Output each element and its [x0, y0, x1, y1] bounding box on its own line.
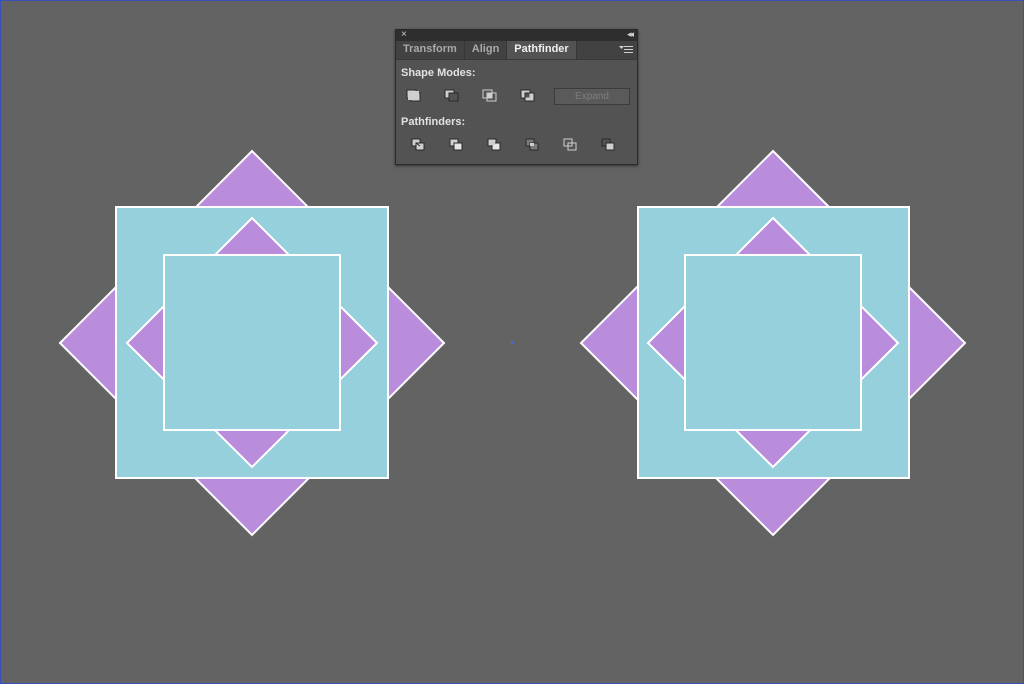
panel-titlebar[interactable]: × ◂◂	[396, 28, 637, 41]
minus-front-icon[interactable]	[444, 89, 460, 103]
trim-icon[interactable]	[449, 138, 465, 152]
selection-center-point[interactable]	[511, 341, 514, 344]
inner-square-right[interactable]	[684, 254, 862, 431]
intersect-icon[interactable]	[482, 89, 498, 103]
collapse-icon[interactable]: ◂◂	[627, 28, 634, 41]
panel-tabbar: Transform Align Pathfinder	[396, 41, 637, 60]
unite-icon[interactable]	[406, 89, 422, 103]
close-icon[interactable]: ×	[401, 28, 407, 41]
tab-transform[interactable]: Transform	[396, 41, 465, 59]
crop-icon[interactable]	[525, 138, 541, 152]
merge-icon[interactable]	[487, 138, 503, 152]
shape-group-right[interactable]	[579, 149, 967, 537]
inner-square-left[interactable]	[163, 254, 341, 431]
shape-group-left[interactable]	[58, 149, 446, 537]
panel-menu-icon[interactable]	[619, 45, 633, 55]
tab-pathfinder[interactable]: Pathfinder	[507, 41, 577, 59]
shape-modes-label: Shape Modes:	[401, 67, 476, 79]
tab-align[interactable]: Align	[465, 41, 508, 59]
pathfinders-label: Pathfinders:	[401, 116, 466, 128]
divide-icon[interactable]	[411, 138, 427, 152]
expand-button[interactable]: Expand	[554, 88, 630, 105]
outline-icon[interactable]	[563, 138, 579, 152]
exclude-icon[interactable]	[520, 89, 536, 103]
pathfinder-panel: × ◂◂ Transform Align Pathfinder Shape Mo…	[395, 29, 638, 165]
minus-back-icon[interactable]	[601, 138, 617, 152]
